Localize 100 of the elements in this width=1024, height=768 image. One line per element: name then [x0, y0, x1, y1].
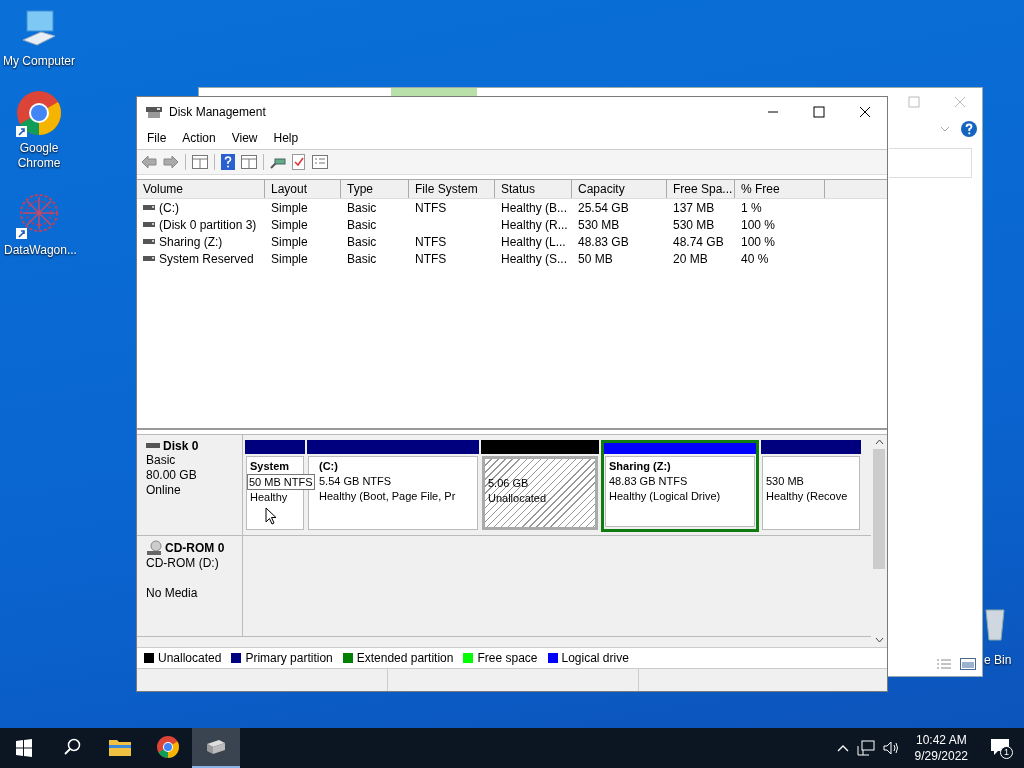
partition[interactable]: Sharing (Z:) 48.83 GB NTFS Healthy (Logical Drive) — [601, 440, 759, 532]
cd-drive-icon — [146, 540, 162, 556]
desktop-icon-label[interactable]: DataWagon... — [4, 243, 74, 258]
table-cell: Healthy (L... — [501, 234, 566, 249]
partition-size: 5.54 GB NTFS — [319, 474, 392, 489]
disk-info: Online — [146, 483, 182, 498]
table-cell: Simple — [271, 234, 308, 249]
table-cell: Basic — [347, 200, 377, 215]
forward-arrow-icon[interactable] — [163, 155, 179, 169]
table-cell: 530 MB — [673, 217, 715, 232]
chevron-up-icon[interactable] — [836, 744, 849, 752]
properties-icon[interactable] — [312, 155, 328, 169]
table-cell: Simple — [271, 217, 308, 232]
disk-info: CD-ROM (D:) — [146, 556, 220, 571]
partition-status: Healthy (Recove — [766, 489, 848, 504]
menu-item[interactable]: File — [139, 129, 175, 147]
scroll-up-icon[interactable] — [874, 439, 884, 445]
folder-icon — [108, 737, 132, 757]
disk-info: 80.00 GB — [146, 468, 198, 483]
disk-icon — [205, 738, 227, 756]
table-cell: Basic — [347, 217, 377, 232]
mouse-cursor-icon — [265, 507, 277, 525]
partition-name: System — [250, 459, 290, 474]
partition-name: Sharing (Z:) — [609, 459, 671, 474]
partition-status: Healthy (Logical Drive) — [609, 489, 721, 504]
table-cell: Healthy (S... — [501, 251, 568, 266]
drive-icon — [143, 222, 155, 227]
clock-time[interactable]: 10:42 AM — [915, 732, 967, 748]
disk-name: Disk 0 — [163, 439, 199, 453]
partition[interactable]: 5.06 GB Unallocated — [481, 440, 599, 532]
column-header[interactable]: Volume — [137, 180, 265, 198]
table-cell: NTFS — [415, 234, 447, 249]
connect-icon[interactable] — [270, 155, 286, 169]
column-header[interactable]: Capacity — [572, 180, 667, 198]
window-title: Disk Management — [169, 105, 266, 119]
panel-icon[interactable] — [241, 155, 257, 169]
menu-item[interactable]: View — [223, 129, 266, 147]
table-cell: Healthy (B... — [501, 200, 568, 215]
taskbar-button[interactable] — [192, 728, 240, 768]
table-cell: System Reserved — [159, 251, 254, 266]
legend-label: Unallocated — [158, 651, 222, 665]
table-cell: 50 MB — [578, 251, 613, 266]
chrome-icon[interactable] — [15, 91, 63, 139]
preview-view-icon[interactable] — [960, 658, 976, 670]
search-field[interactable] — [889, 148, 972, 178]
table-cell: 100 % — [741, 217, 776, 232]
menu-item[interactable]: Action — [174, 129, 224, 147]
table-cell: NTFS — [415, 251, 447, 266]
desktop-icon-label[interactable]: e Bin — [984, 653, 1012, 667]
column-header[interactable]: % Free — [735, 180, 825, 198]
table-cell: Sharing (Z:) — [159, 234, 223, 249]
column-header[interactable]: Layout — [265, 180, 341, 198]
partition-status: Healthy (Boot, Page File, Pr — [319, 489, 456, 504]
table-cell: 530 MB — [578, 217, 620, 232]
close-icon[interactable] — [859, 106, 871, 118]
legend-label: Logical drive — [561, 651, 629, 665]
drive-icon — [143, 256, 155, 261]
desktop-icon-label[interactable]: My Computer — [3, 54, 75, 69]
table-cell: Basic — [347, 251, 377, 266]
clock-date[interactable]: 9/29/2022 — [914, 748, 968, 764]
drive-icon — [143, 205, 155, 210]
table-cell: 137 MB — [673, 200, 715, 215]
column-header[interactable]: Free Spa... — [667, 180, 735, 198]
maximize-icon[interactable] — [813, 106, 825, 118]
table-cell: Simple — [271, 251, 308, 266]
drive-icon — [143, 239, 155, 244]
disk-name: CD-ROM 0 — [165, 541, 225, 555]
checklist-icon[interactable] — [292, 154, 306, 170]
column-header[interactable]: Type — [341, 180, 409, 198]
network-icon[interactable] — [856, 740, 875, 756]
desktop-icon-label[interactable]: Google Chrome — [4, 141, 74, 171]
disk-info: No Media — [146, 586, 199, 601]
help-icon[interactable] — [221, 154, 235, 170]
table-cell: 40 % — [741, 251, 769, 266]
partition-size: 530 MB — [766, 474, 804, 489]
table-cell: 25.54 GB — [578, 200, 629, 215]
help-icon[interactable] — [960, 120, 978, 138]
menu-item[interactable]: Help — [265, 129, 307, 147]
partition[interactable]: 530 MB Healthy (Recove — [761, 440, 861, 532]
partition-name: (C:) — [319, 459, 338, 474]
column-header[interactable]: Status — [495, 180, 572, 198]
partition-bar — [245, 440, 305, 454]
legend-label: Extended partition — [356, 651, 454, 665]
speaker-icon[interactable] — [882, 740, 901, 756]
column-header[interactable]: File System — [409, 180, 495, 198]
table-cell: 48.83 GB — [578, 234, 629, 249]
legend-label: Primary partition — [245, 651, 333, 665]
scroll-down-icon[interactable] — [874, 637, 884, 643]
table-cell: Basic — [347, 234, 377, 249]
table-cell: (C:) — [159, 200, 179, 215]
table-cell: Healthy (R... — [501, 217, 568, 232]
table-cell: 100 % — [741, 234, 776, 249]
partition-status: Healthy — [250, 490, 288, 505]
chrome-icon — [156, 735, 180, 759]
partition-size: 5.06 GB — [488, 476, 529, 491]
back-arrow-icon[interactable] — [141, 155, 157, 169]
table-cell: Simple — [271, 200, 308, 215]
disk-icon — [145, 105, 163, 119]
panel-icon[interactable] — [192, 155, 208, 169]
table-cell: NTFS — [415, 200, 447, 215]
